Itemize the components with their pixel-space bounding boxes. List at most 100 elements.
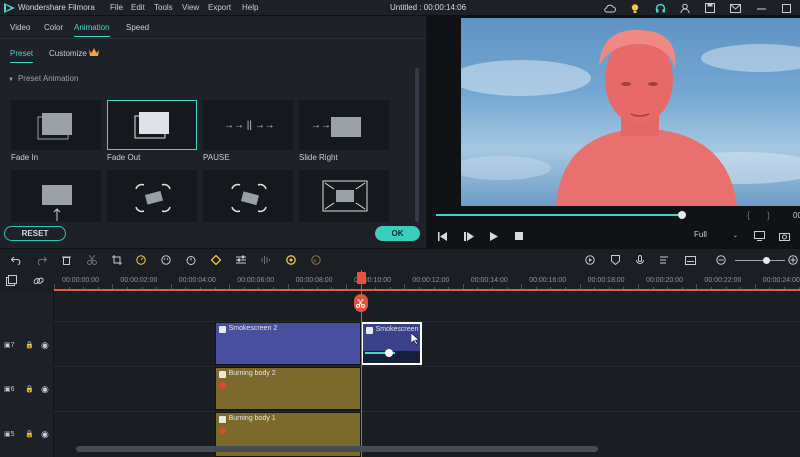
tab-video[interactable]: Video (10, 23, 30, 32)
crown-icon (89, 48, 99, 57)
track-header-7: ▣7 🔒 ◉ (0, 322, 54, 366)
clip-effect-icon (218, 427, 226, 434)
mark-out-icon[interactable]: } (767, 210, 770, 220)
preset-fade-in[interactable] (11, 100, 101, 150)
collapse-arrow-icon: ▼ (8, 77, 14, 83)
menu-help[interactable]: Help (242, 3, 258, 12)
voiceover-list-icon[interactable] (659, 254, 671, 266)
subtitle-icon[interactable] (684, 254, 696, 266)
preset-label-fade-in: Fade In (11, 153, 39, 162)
tab-divider (0, 38, 426, 39)
menu-tools[interactable]: Tools (154, 3, 173, 12)
clip-keyframe-handle[interactable] (384, 349, 393, 357)
lock-icon[interactable]: 🔒 (25, 341, 34, 349)
subtab-customize[interactable]: Customize (49, 49, 87, 58)
tab-color[interactable]: Color (44, 23, 63, 32)
marker-shield-icon[interactable] (609, 254, 621, 266)
preset-rotate-in[interactable] (107, 170, 197, 222)
snapshot-camera-icon[interactable] (778, 230, 790, 242)
reset-button[interactable]: RESET (4, 226, 66, 241)
maximize-icon[interactable] (780, 2, 792, 14)
menu-view[interactable]: View (182, 3, 199, 12)
timeline-playhead-handle[interactable] (356, 272, 366, 284)
cut-scissors-icon[interactable] (86, 254, 98, 266)
speed-icon[interactable] (135, 254, 147, 266)
lightbulb-icon[interactable] (629, 2, 641, 14)
timeline-ruler[interactable]: 00:00:00:00 00:00:02:00 00:00:04:00 00:00:0… (0, 270, 800, 292)
preview-progress-fill (436, 214, 680, 216)
timeline-horizontal-scrollbar[interactable] (76, 446, 598, 452)
ruler-label: 00:00:08:00 (295, 277, 333, 284)
mouse-cursor-icon (410, 332, 420, 347)
eye-icon[interactable]: ◉ (41, 429, 49, 440)
ruler-label: 00:00:12:00 (412, 277, 450, 284)
crop-icon[interactable] (111, 254, 123, 266)
lock-icon[interactable]: 🔒 (25, 385, 34, 393)
play-pause-toggle-icon[interactable] (463, 230, 475, 242)
auto-enhance-icon[interactable] (285, 254, 297, 266)
headset-icon[interactable] (654, 2, 666, 14)
preset-fade-out[interactable] (107, 100, 197, 150)
subtab-preset[interactable]: Preset (10, 49, 34, 63)
redo-icon[interactable] (35, 254, 47, 266)
timeline-clip[interactable]: Smokescreen 2 (214, 322, 361, 365)
adjust-sliders-icon[interactable] (235, 254, 247, 266)
timer-icon[interactable] (185, 254, 197, 266)
preset-section-title[interactable]: ▼ Preset Animation (8, 74, 78, 83)
monitor-icon[interactable] (753, 230, 765, 242)
zoom-slider-track[interactable] (735, 260, 785, 261)
color-palette-icon[interactable] (160, 254, 172, 266)
preset-label-slide-right: Slide Right (299, 153, 338, 162)
user-icon[interactable] (679, 2, 691, 14)
preset-scrollbar[interactable] (415, 68, 419, 222)
speech-to-text-icon[interactable]: a (310, 254, 322, 266)
delete-icon[interactable] (60, 254, 72, 266)
preview-scrubber-handle[interactable] (678, 211, 686, 219)
lock-icon[interactable]: 🔒 (25, 430, 34, 438)
split-scissors-icon[interactable] (353, 294, 368, 312)
save-icon[interactable] (704, 2, 716, 14)
render-icon[interactable] (584, 254, 596, 266)
menu-file[interactable]: File (110, 3, 123, 12)
quality-select[interactable]: Full ⌄ (694, 230, 738, 239)
eye-icon[interactable]: ◉ (41, 384, 49, 395)
menu-export[interactable]: Export (208, 3, 231, 12)
timeline-clip[interactable]: Burning body 2 (214, 367, 361, 410)
mail-icon[interactable] (729, 2, 741, 14)
title-bar: Wondershare Filmora File Edit Tools View… (0, 0, 800, 16)
microphone-icon[interactable] (634, 254, 646, 266)
zoom-out-icon[interactable] (715, 254, 727, 266)
link-icon[interactable] (33, 275, 45, 287)
stop-icon[interactable] (513, 230, 525, 242)
keyframe-diamond-icon[interactable] (210, 254, 222, 266)
menu-edit[interactable]: Edit (131, 3, 145, 12)
preset-slide-right[interactable]: →→ (299, 100, 389, 150)
tab-animation[interactable]: Animation (74, 23, 110, 37)
tab-speed[interactable]: Speed (126, 23, 149, 32)
eye-icon[interactable]: ◉ (41, 340, 49, 351)
zoom-expand-icon (322, 180, 368, 212)
preset-rotate-out[interactable] (203, 170, 293, 222)
ruler-label: 00:00:16:00 (529, 277, 567, 284)
zoom-in-icon[interactable] (787, 254, 799, 266)
ok-button[interactable]: OK (375, 226, 420, 241)
track-6-number: 6 (10, 386, 15, 393)
clip-type-icon (218, 416, 226, 423)
add-track-icon[interactable] (6, 275, 18, 287)
play-icon[interactable] (487, 230, 499, 242)
preset-slide-up[interactable] (11, 170, 101, 222)
preset-zoom-out[interactable] (299, 170, 389, 222)
video-frame-image (461, 29, 800, 206)
pause-arrows-icon: →→ || →→ (224, 120, 275, 131)
cloud-icon[interactable] (604, 2, 616, 14)
minimize-icon[interactable] (755, 2, 767, 14)
track-6-type-icon: ▣ (4, 386, 11, 393)
previous-frame-icon[interactable] (437, 230, 449, 242)
timeline-toolbar: a (0, 248, 800, 270)
ruler-label: 00:00:06:00 (237, 277, 275, 284)
mark-in-icon[interactable]: { (747, 210, 750, 220)
zoom-slider-handle[interactable] (763, 257, 770, 264)
undo-icon[interactable] (10, 254, 22, 266)
preset-pause[interactable]: →→ || →→ (203, 100, 293, 150)
audio-wave-icon[interactable] (260, 254, 272, 266)
